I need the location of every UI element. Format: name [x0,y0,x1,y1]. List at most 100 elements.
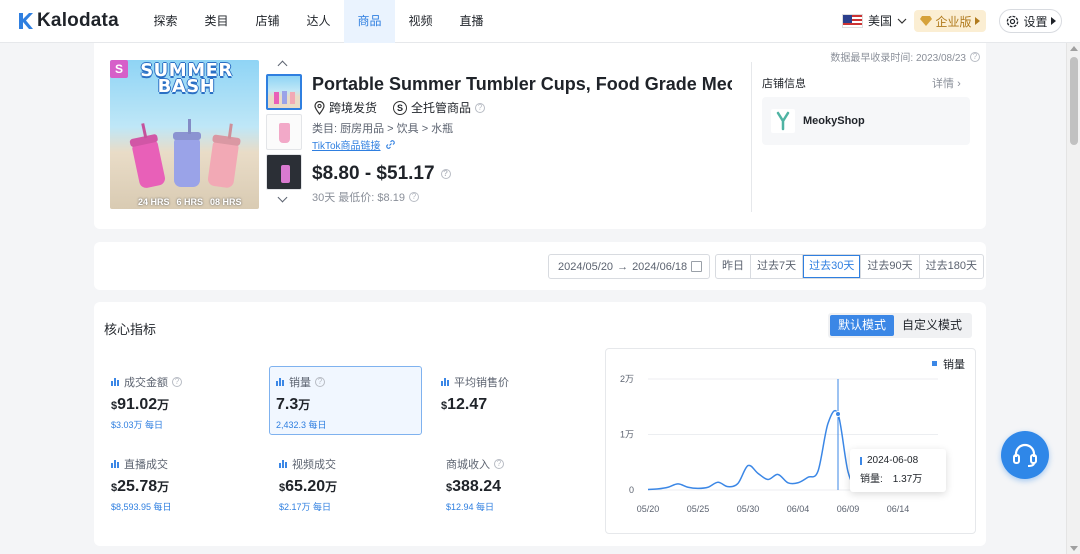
help-icon[interactable]: ? [494,459,504,469]
customer-support-button[interactable] [1001,431,1049,479]
sales-chart [605,348,976,534]
kalodata-logo-icon [19,13,33,29]
date-preset-0[interactable]: 昨日 [716,255,750,278]
metric-card[interactable]: 成交金额? $91.02万 $3.03万 每日 [111,374,261,431]
chevron-right-icon: › [957,78,961,90]
thumbnail-3[interactable] [266,154,302,190]
help-icon[interactable]: ? [475,102,486,113]
date-preset-selector: 昨日 过去7天 过去30天 过去90天 过去180天 [715,254,984,279]
metric-value: 388.24 [452,478,502,495]
image-badge: S [110,60,128,78]
shop-detail-link[interactable]: 详情 › [932,75,961,91]
metric-label: 直播成交 [124,459,168,471]
metric-card[interactable]: 直播成交 $25.78万 $8,593.95 每日 [111,456,261,513]
metric-card[interactable]: 销量? 7.3万 2,432.3 每日 [276,374,426,431]
mode-option-1[interactable]: 自定义模式 [894,315,970,336]
bar-chart-icon [111,378,120,386]
metric-unit: 万 [325,480,338,494]
image-hours-label: 08 HRS [210,197,242,207]
kalodata-logo[interactable]: Kalodata [18,10,119,32]
link-icon [385,140,395,149]
thumbnail-up-icon[interactable] [266,58,302,71]
mode-toggle: 默认模式 自定义模式 [828,313,973,338]
nav-item-6[interactable]: 直播 [446,0,497,43]
region-label: 美国 [868,14,893,28]
help-icon[interactable]: ? [172,377,182,387]
metric-label-row: 直播成交 [111,456,261,472]
metric-value-row: $388.24 [446,478,596,496]
shop-detail-text[interactable]: 详情 [932,78,954,90]
metric-card[interactable]: 视频成交 $65.20万 $2.17万 每日 [279,456,429,513]
scroll-up-icon[interactable] [1070,46,1078,51]
tiktok-link[interactable]: TikTok商品链接 [312,137,396,152]
help-icon[interactable]: ? [315,377,325,387]
data-update-time: 数据最早收录时间: 2023/08/23 ? [830,49,980,64]
product-title: Portable Summer Tumbler Cups, Food Grade… [312,74,732,94]
date-start: 2024/05/20 [558,260,614,273]
region-selector[interactable]: 美国 [842,12,907,29]
metric-value: 25.78 [117,478,158,495]
thumbnail-1[interactable] [266,74,302,110]
tiktok-link-text[interactable]: TikTok商品链接 [312,137,381,152]
settings-button[interactable]: 设置 [999,9,1062,33]
date-preset-2[interactable]: 过去30天 [802,255,860,278]
scroll-down-icon[interactable] [1070,546,1078,551]
settings-label: 设置 [1023,14,1048,29]
price-range-text: $8.80 - $51.17 [312,163,435,184]
metric-label: 商城收入 [446,459,490,471]
metric-label-row: 平均销售价 [441,374,591,390]
tumbler-purple [174,139,200,187]
metric-value: 12.47 [447,396,488,413]
shop-name: MeokyShop [803,115,865,127]
caret-right-icon [974,17,980,25]
date-preset-1[interactable]: 过去7天 [750,255,802,278]
nav-item-3[interactable]: 达人 [293,0,344,43]
bar-chart-icon [276,378,285,386]
thumbnail-2[interactable] [266,114,302,150]
managed-s-icon: S [393,100,408,115]
metric-value-row: $65.20万 [279,478,429,496]
help-icon[interactable]: ? [408,192,419,202]
metric-value-row: $12.47 [441,396,591,414]
help-icon[interactable]: ? [440,169,451,179]
tooltip-value: 1.37万 [892,474,923,485]
shop-entry[interactable]: MeokyShop [762,97,970,145]
enterprise-button[interactable]: 企业版 [914,10,986,32]
image-banner-text: SUMMER BASH [140,60,233,97]
nav-item-5[interactable]: 视频 [395,0,446,43]
mode-option-0[interactable]: 默认模式 [830,315,895,336]
metric-value-row: $25.78万 [111,478,261,496]
product-main-image[interactable]: S SUMMER BASH 24 HRS 6 HRS 08 HRS [110,60,259,209]
scroll-thumb[interactable] [1070,57,1078,145]
divider [751,62,752,212]
nav-item-4[interactable]: 商品 [344,0,395,43]
metric-unit: 万 [157,480,170,494]
bar-chart-icon [279,460,288,468]
chevron-down-icon [897,18,907,24]
bar-chart-icon [441,378,450,386]
image-hours-label: 24 HRS [138,197,170,207]
tumbler-rose [207,141,239,189]
core-metrics-title: 核心指标 [104,322,157,337]
us-flag-icon [842,13,863,28]
page-scrollbar[interactable] [1066,43,1080,554]
metric-card[interactable]: 商城收入? $388.24 $12.94 每日 [446,456,596,513]
nav-item-1[interactable]: 类目 [191,0,242,43]
image-hours-row: 24 HRS 6 HRS 08 HRS [138,197,242,207]
metric-label: 平均销售价 [454,377,509,389]
date-range-picker[interactable]: 2024/05/20 → 2024/06/18 [548,254,710,279]
date-preset-4[interactable]: 过去180天 [918,255,983,278]
thumbnail-down-icon[interactable] [266,192,302,206]
lowest-price-text: 30天 最低价: $8.19 [312,192,405,204]
metric-label-row: 销量? [276,374,426,390]
price-range: $8.80 - $51.17 ? [312,163,451,185]
nav-item-0[interactable]: 探索 [140,0,191,43]
date-preset-3[interactable]: 过去90天 [860,255,918,278]
nav-item-2[interactable]: 店铺 [242,0,293,43]
diamond-icon [920,16,933,26]
metric-card[interactable]: 平均销售价 $12.47 [441,374,591,418]
gear-icon [1007,15,1019,27]
brand-name: Kalodata [37,10,119,31]
help-icon[interactable]: ? [970,51,980,62]
lowest-price: 30天 最低价: $8.19 ? [312,189,419,205]
